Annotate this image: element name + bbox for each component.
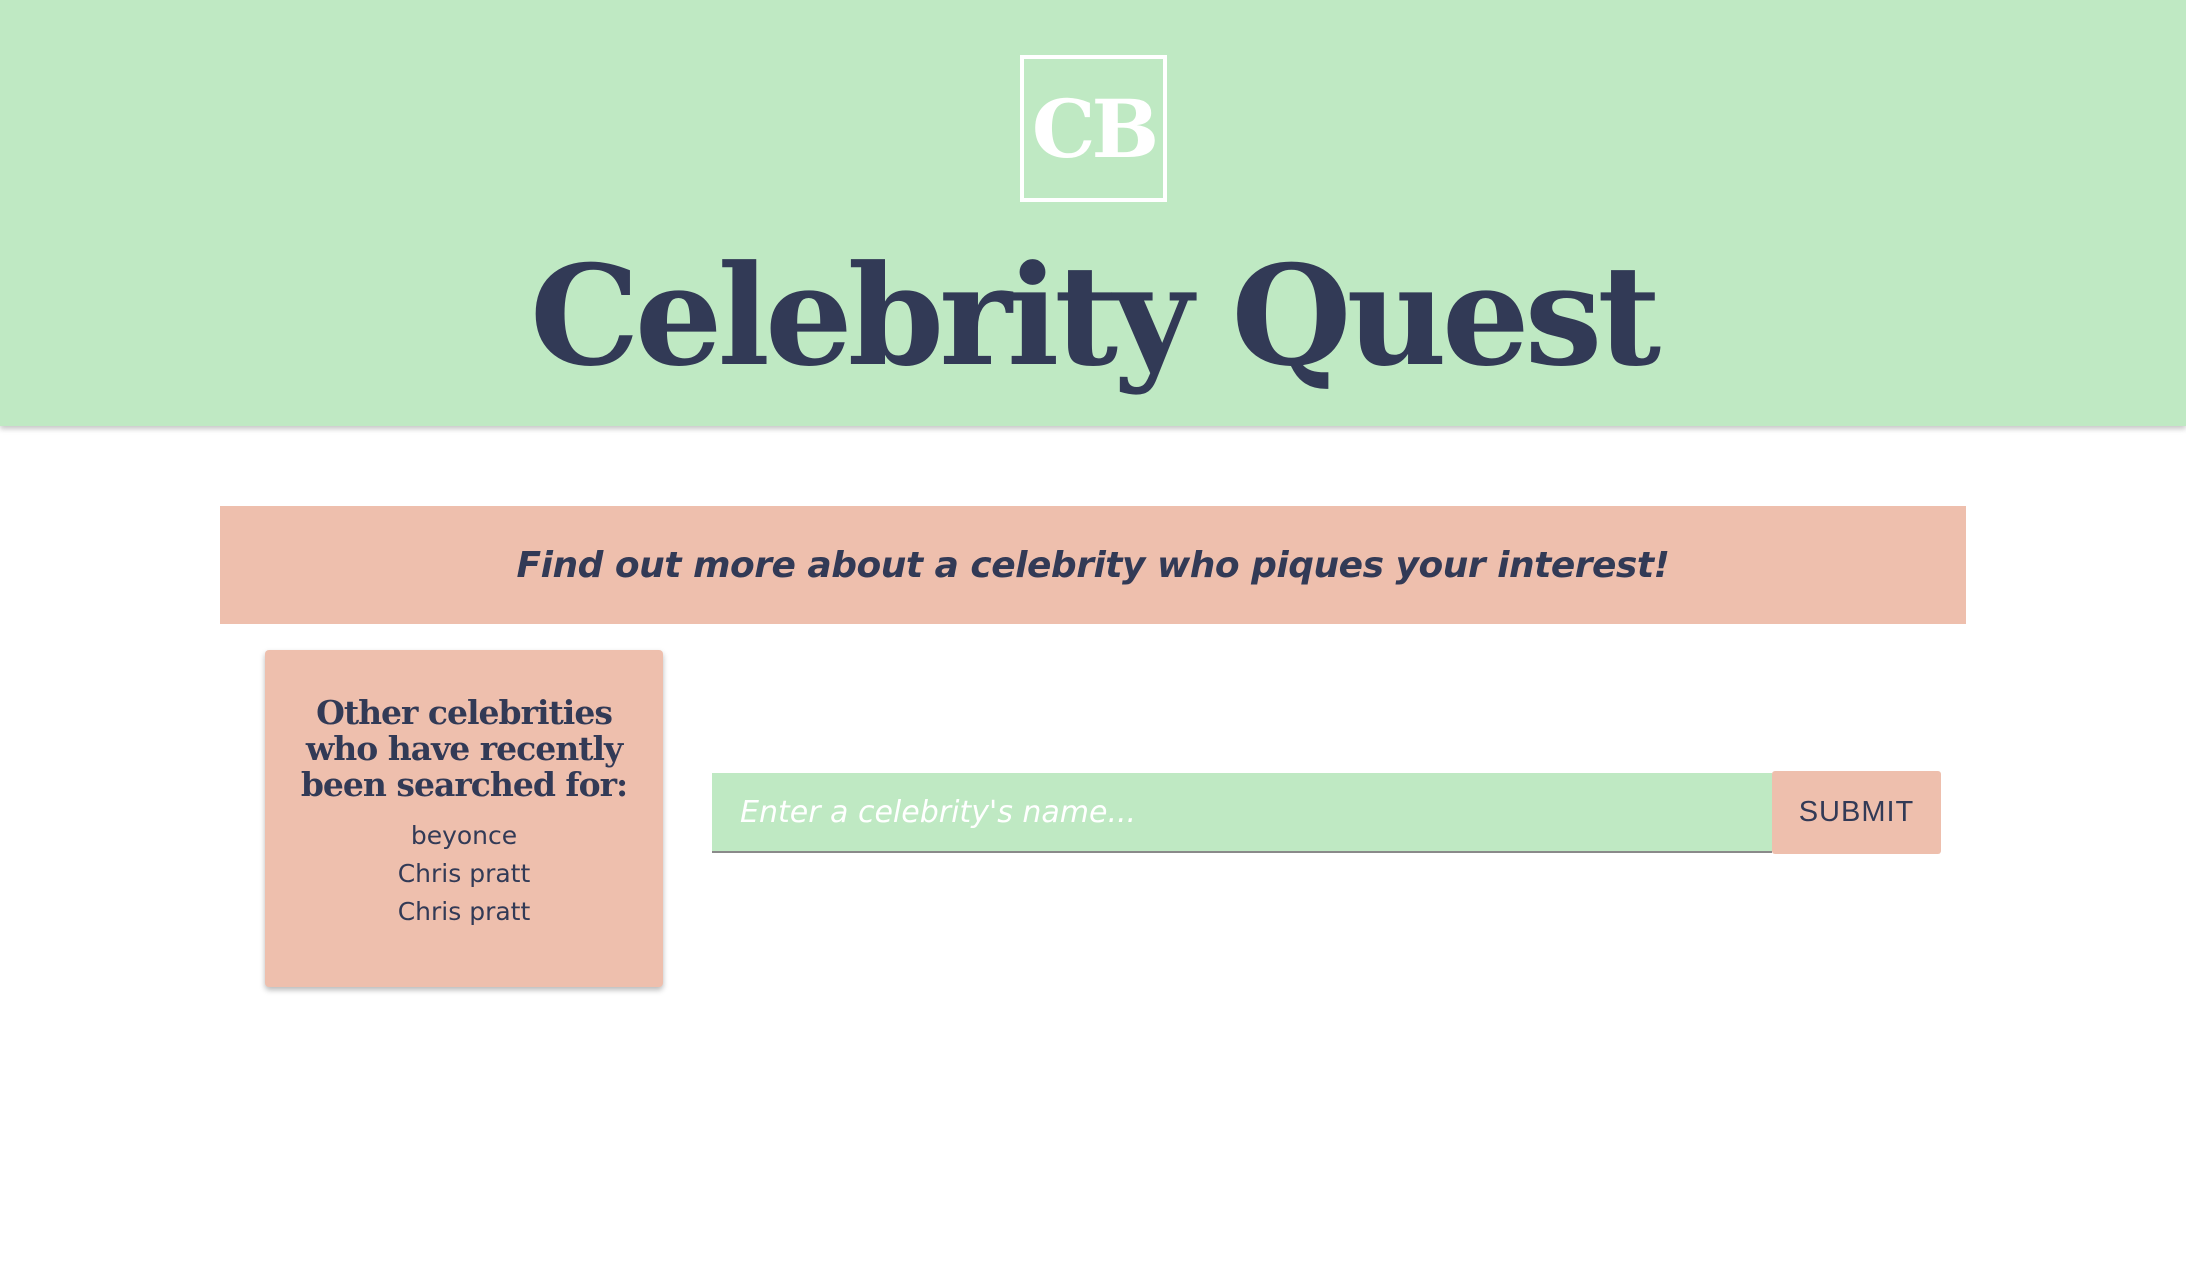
submit-button[interactable]: SUBMIT <box>1772 771 1941 854</box>
recent-search-item[interactable]: beyonce <box>265 817 663 855</box>
logo-text: CB <box>1031 81 1159 176</box>
page-title: Celebrity Quest <box>529 234 1661 397</box>
recent-searches-list: beyonce Chris pratt Chris pratt <box>265 817 663 931</box>
celebrity-search-input[interactable] <box>712 773 1772 853</box>
logo: CB <box>1020 55 1167 202</box>
site-header: CB Celebrity Quest <box>0 0 2186 426</box>
tagline-banner: Find out more about a celebrity who piqu… <box>220 506 1966 624</box>
tagline-text: Find out more about a celebrity who piqu… <box>516 544 1670 586</box>
recent-search-item[interactable]: Chris pratt <box>265 855 663 893</box>
recent-searches-heading: Other celebrities who have recently been… <box>300 693 628 804</box>
recent-searches-card: Other celebrities who have recently been… <box>265 650 663 987</box>
recent-search-item[interactable]: Chris pratt <box>265 893 663 931</box>
